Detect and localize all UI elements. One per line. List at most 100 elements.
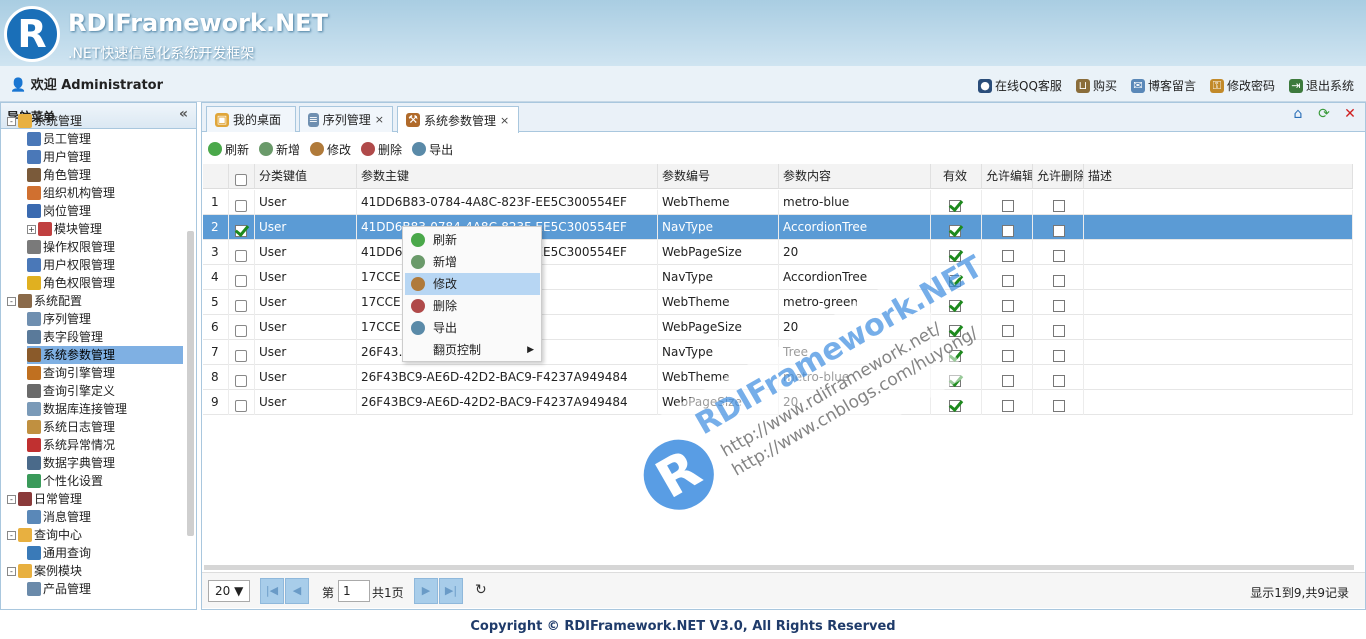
row-checkbox[interactable] <box>235 224 247 237</box>
tab-sequence[interactable]: ≡ 序列管理 × <box>299 106 393 132</box>
refresh-button[interactable]: 刷新 <box>208 141 249 158</box>
tab-system-params[interactable]: ⚒ 系统参数管理 × <box>397 106 519 133</box>
column-header[interactable]: 描述 <box>1084 164 1353 189</box>
column-header[interactable]: 参数主键 <box>357 164 658 189</box>
prev-page-button[interactable]: ◀ <box>285 578 309 604</box>
add-button[interactable]: 新增 <box>259 141 300 158</box>
table-row[interactable]: 9 User 26F43BC9-AE6D-42D2-BAC9-F4237A94948… <box>203 390 1353 415</box>
valid-checkbox[interactable] <box>949 399 961 412</box>
sidebar-item[interactable]: 用户权限管理 <box>27 256 183 274</box>
row-checkbox[interactable] <box>235 274 247 287</box>
sidebar-item[interactable]: + 模块管理 <box>27 220 183 238</box>
allow-edit-checkbox[interactable] <box>1002 249 1014 262</box>
table-row[interactable]: 1 User 41DD6B83-0784-4A8C-823F-EE5C300554E… <box>203 190 1353 215</box>
column-header[interactable]: 允许编辑 <box>982 164 1033 189</box>
column-header[interactable]: 分类键值 <box>255 164 357 189</box>
context-export[interactable]: 导出 <box>405 317 540 339</box>
row-checkbox[interactable] <box>235 374 247 387</box>
link-change-password[interactable]: ⚿ 修改密码 <box>1209 77 1275 94</box>
allow-delete-checkbox[interactable] <box>1053 324 1065 337</box>
sidebar-item[interactable]: 角色管理 <box>27 166 183 184</box>
delete-button[interactable]: 删除 <box>361 141 402 158</box>
sidebar-item[interactable]: - 案例模块 <box>7 562 183 580</box>
expand-icon[interactable]: + <box>27 224 36 234</box>
page-size-select[interactable]: 20 ▼ <box>208 580 250 602</box>
allow-edit-checkbox[interactable] <box>1002 349 1014 362</box>
table-row[interactable]: 3User41DD6B83-0784-4A8C-823F-EE5C300554E… <box>203 240 1353 265</box>
row-checkbox[interactable] <box>235 299 247 312</box>
allow-delete-checkbox[interactable] <box>1053 224 1065 237</box>
collapse-tree-icon[interactable]: - <box>7 116 16 126</box>
sidebar-item[interactable]: 数据库连接管理 <box>27 400 183 418</box>
column-header[interactable]: 允许删除 <box>1033 164 1084 189</box>
sidebar-item[interactable]: - 查询中心 <box>7 526 183 544</box>
allow-edit-checkbox[interactable] <box>1002 224 1014 237</box>
page-number-input[interactable]: 1 <box>338 580 370 602</box>
allow-delete-checkbox[interactable] <box>1053 249 1065 262</box>
link-buy[interactable]: ⊔ 购买 <box>1075 77 1117 94</box>
edit-button[interactable]: 修改 <box>310 141 351 158</box>
collapse-tree-icon[interactable]: - <box>7 494 16 504</box>
allow-edit-checkbox[interactable] <box>1002 374 1014 387</box>
collapse-tree-icon[interactable]: - <box>7 296 16 306</box>
home-icon[interactable]: ⌂ <box>1289 105 1307 123</box>
sidebar-item[interactable]: 员工管理 <box>27 130 183 148</box>
collapse-tree-icon[interactable]: - <box>7 566 16 576</box>
allow-delete-checkbox[interactable] <box>1053 299 1065 312</box>
sidebar-item[interactable]: 系统参数管理 <box>27 346 183 364</box>
sidebar-item[interactable]: 操作权限管理 <box>27 238 183 256</box>
valid-checkbox[interactable] <box>949 349 961 362</box>
link-blog[interactable]: ✉ 博客留言 <box>1130 77 1196 94</box>
table-row[interactable]: 2User41DD6B83-0784-4A8C-823F-EE5C300554E… <box>203 215 1353 240</box>
sidebar-item[interactable]: 系统日志管理 <box>27 418 183 436</box>
refresh-icon[interactable]: ⟳ <box>1315 105 1333 123</box>
sidebar-item[interactable]: 通用查询 <box>27 544 183 562</box>
sidebar-item[interactable]: 岗位管理 <box>27 202 183 220</box>
sidebar-scrollbar[interactable] <box>187 231 194 536</box>
sidebar-item[interactable]: - 系统配置 <box>7 292 183 310</box>
valid-checkbox[interactable] <box>949 324 961 337</box>
sidebar-item[interactable]: 查询引擎定义 <box>27 382 183 400</box>
sidebar-item[interactable]: 系统异常情况 <box>27 436 183 454</box>
last-page-button[interactable]: ▶| <box>439 578 463 604</box>
allow-edit-checkbox[interactable] <box>1002 199 1014 212</box>
sidebar-item[interactable]: 查询引擎管理 <box>27 364 183 382</box>
row-checkbox[interactable] <box>235 249 247 262</box>
sidebar-item[interactable]: 个性化设置 <box>27 472 183 490</box>
sidebar-item[interactable]: 消息管理 <box>27 508 183 526</box>
sidebar-item[interactable]: 表字段管理 <box>27 328 183 346</box>
row-checkbox[interactable] <box>235 324 247 337</box>
first-page-button[interactable]: |◀ <box>260 578 284 604</box>
horizontal-scrollbar[interactable] <box>204 565 1354 570</box>
context-delete[interactable]: 删除 <box>405 295 540 317</box>
next-page-button[interactable]: ▶ <box>414 578 438 604</box>
link-qq-service[interactable]: ● 在线QQ客服 <box>978 77 1062 94</box>
close-icon[interactable]: × <box>375 113 384 126</box>
sidebar-item[interactable]: 角色权限管理 <box>27 274 183 292</box>
valid-checkbox[interactable] <box>949 224 961 237</box>
sidebar-item[interactable]: 序列管理 <box>27 310 183 328</box>
export-button[interactable]: 导出 <box>412 141 453 158</box>
column-header[interactable]: 参数内容 <box>779 164 931 189</box>
sidebar-item[interactable]: 数据字典管理 <box>27 454 183 472</box>
allow-delete-checkbox[interactable] <box>1053 274 1065 287</box>
table-row[interactable]: 5User17CCE…0D7996F9DD48WebThememetro-gre… <box>203 290 1353 315</box>
allow-delete-checkbox[interactable] <box>1053 374 1065 387</box>
sidebar-item[interactable]: 产品管理 <box>27 580 183 598</box>
allow-edit-checkbox[interactable] <box>1002 324 1014 337</box>
sidebar-item[interactable]: - 系统管理 <box>7 112 183 130</box>
row-checkbox[interactable] <box>235 199 247 212</box>
column-header[interactable]: 参数编号 <box>658 164 779 189</box>
row-checkbox[interactable] <box>235 349 247 362</box>
sidebar-item[interactable]: 组织机构管理 <box>27 184 183 202</box>
table-row[interactable]: 4User17CCE…0D7996F9DD48NavTypeAccordionT… <box>203 265 1353 290</box>
collapse-tree-icon[interactable]: - <box>7 530 16 540</box>
allow-delete-checkbox[interactable] <box>1053 199 1065 212</box>
row-checkbox[interactable] <box>235 399 247 412</box>
valid-checkbox[interactable] <box>949 299 961 312</box>
valid-checkbox[interactable] <box>949 249 961 262</box>
allow-edit-checkbox[interactable] <box>1002 299 1014 312</box>
link-logout[interactable]: ⇥ 退出系统 <box>1288 77 1354 94</box>
close-icon[interactable]: × <box>500 114 509 127</box>
select-all-checkbox[interactable] <box>235 173 247 186</box>
